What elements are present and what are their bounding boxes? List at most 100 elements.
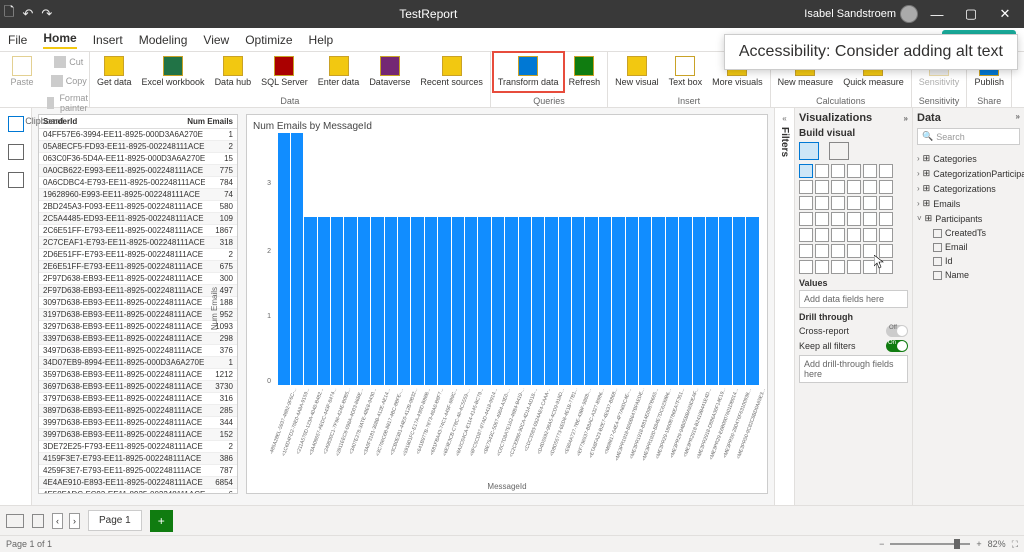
viz-type-icon[interactable] [863,228,877,242]
viz-type-icon[interactable] [815,212,829,226]
viz-type-icon[interactable] [847,260,861,274]
chart-bar[interactable] [452,217,464,385]
viz-type-icon[interactable] [815,164,829,178]
table-row[interactable]: 2F97D638-EB93-EE11-8925-002248111ACE300 [39,273,237,285]
prev-page-icon[interactable]: ‹ [52,513,63,529]
maximize-button[interactable]: ▢ [956,6,986,22]
data-hub-button[interactable]: Data hub [212,54,255,90]
chart-bar[interactable] [612,217,624,385]
filters-pane-collapsed[interactable]: « Filters [774,108,794,505]
keep-filters-toggle[interactable]: On [886,340,908,352]
field-node[interactable]: Id [917,254,1020,268]
table-row[interactable]: 063C0F36-5D4A-EE11-8925-000D3A6A270E15 [39,153,237,165]
field-node[interactable]: CreatedTs [917,226,1020,240]
viz-type-icon[interactable] [847,180,861,194]
menu-help[interactable]: Help [309,33,334,47]
table-row[interactable]: 3997D638-EB93-EE11-8925-002248111ACE344 [39,417,237,429]
chart-bar[interactable] [304,217,316,385]
visualization-picker[interactable] [799,164,908,274]
table-row[interactable]: 2D6E51FF-E793-EE11-8925-002248111ACE2 [39,249,237,261]
menu-insert[interactable]: Insert [93,33,123,47]
chart-bar[interactable] [639,217,651,385]
viz-type-icon[interactable] [831,244,845,258]
chart-bar[interactable] [719,217,731,385]
collapse-data-icon[interactable]: » [1016,112,1020,124]
table-row[interactable]: 05A8ECF5-FD93-EE11-8925-002248111ACE2 [39,141,237,153]
chart-bar[interactable] [545,217,557,385]
table-row[interactable]: 4159F3E7-E793-EE11-8925-002248111ACE386 [39,453,237,465]
table-row[interactable]: 3197D638-EB93-EE11-8925-002248111ACE952 [39,309,237,321]
chart-bar[interactable] [358,217,370,385]
sql-server-button[interactable]: SQL Server [258,54,311,90]
viz-type-icon[interactable] [831,228,845,242]
table-row[interactable]: 34D07EB9-8994-EE11-8925-000D3A6A270E1 [39,357,237,369]
table-row[interactable]: 4259F3E7-E793-EE11-8925-002248111ACE787 [39,465,237,477]
viz-type-icon[interactable] [831,212,845,226]
chart-bar[interactable] [318,217,330,385]
chart-bar[interactable] [706,217,718,385]
viz-type-icon[interactable] [863,164,877,178]
field-node[interactable]: Email [917,240,1020,254]
viz-type-icon[interactable] [799,196,813,210]
chart-bar[interactable] [679,217,691,385]
add-page-button[interactable]: + [150,510,173,532]
viz-type-icon[interactable] [831,260,845,274]
chart-bar[interactable] [465,217,477,385]
table-row[interactable]: 4E58FADC-FC93-EE11-8925-002248111ACE6 [39,489,237,494]
search-input[interactable]: 🔍Search [917,128,1020,145]
viz-type-icon[interactable] [863,260,877,274]
viz-type-icon[interactable] [847,196,861,210]
table-row[interactable]: 4E4AE910-E893-EE11-8925-002248111ACE6854 [39,477,237,489]
viz-type-icon[interactable] [847,164,861,178]
chart-bar[interactable] [438,217,450,385]
chart-bar[interactable] [331,217,343,385]
data-view-icon[interactable] [8,144,24,160]
table-row[interactable]: 2C6E51FF-E793-EE11-8925-002248111ACE1867 [39,225,237,237]
text-box-button[interactable]: Text box [666,54,706,90]
chart-bar[interactable] [666,217,678,385]
viz-type-icon[interactable] [799,228,813,242]
collapse-viz-icon[interactable]: » [904,114,908,123]
transform-data-button[interactable]: Transform data [495,54,562,90]
chart-bar[interactable] [478,217,490,385]
table-row[interactable]: 19628960-E993-EE11-8925-002248111ACE74 [39,189,237,201]
chart-visual[interactable]: Num Emails by MessageId Num Emails 0 1 2… [246,114,768,494]
viz-type-icon[interactable] [847,228,861,242]
model-view-icon[interactable] [8,172,24,188]
menu-optimize[interactable]: Optimize [245,33,292,47]
paste-button[interactable]: Paste [4,54,40,90]
mobile-layout-icon[interactable] [32,514,44,528]
chart-bar[interactable] [385,217,397,385]
excel-button[interactable]: Excel workbook [139,54,208,90]
table-row[interactable]: 0A6CDBC4-E793-EE11-8925-002248111ACE784 [39,177,237,189]
table-row[interactable]: 3697D638-EB93-EE11-8925-002248111ACE3730 [39,381,237,393]
table-node[interactable]: ˅ ⊞ Participants [917,211,1020,226]
table-row[interactable]: 3397D638-EB93-EE11-8925-002248111ACE298 [39,333,237,345]
viz-type-icon[interactable] [799,244,813,258]
field-node[interactable]: Name [917,268,1020,282]
build-visual-tab[interactable] [799,142,819,160]
viz-type-icon[interactable] [799,260,813,274]
viz-type-icon[interactable] [863,180,877,194]
chart-bar[interactable] [291,133,303,385]
fit-page-icon[interactable]: ⛶ [1012,539,1018,550]
chart-bar[interactable] [492,217,504,385]
viz-type-icon[interactable] [847,244,861,258]
viz-type-icon[interactable] [815,260,829,274]
next-page-icon[interactable]: › [69,513,80,529]
viz-type-icon[interactable] [879,212,893,226]
viz-type-icon[interactable] [879,244,893,258]
table-row[interactable]: 2F97D638-EB93-EE11-8925-002248111ACE497 [39,285,237,297]
new-visual-button[interactable]: New visual [612,54,662,90]
values-well[interactable]: Add data fields here [799,290,908,308]
table-row[interactable]: 3997D638-EB93-EE11-8925-002248111ACE152 [39,429,237,441]
table-row[interactable]: 04FF57E6-3994-EE11-8925-000D3A6A270E1 [39,129,237,141]
table-row[interactable]: 2C7CEAF1-E793-EE11-8925-002248111ACE318 [39,237,237,249]
chart-bar[interactable] [652,217,664,385]
undo-icon[interactable]: ↶ [22,6,33,22]
report-canvas[interactable]: SenderIdNum Emails 04FF57E6-3994-EE11-89… [32,108,774,505]
recent-sources-button[interactable]: Recent sources [417,54,486,90]
chart-bar[interactable] [599,217,611,385]
viz-type-icon[interactable] [831,164,845,178]
viz-type-icon[interactable] [879,180,893,194]
